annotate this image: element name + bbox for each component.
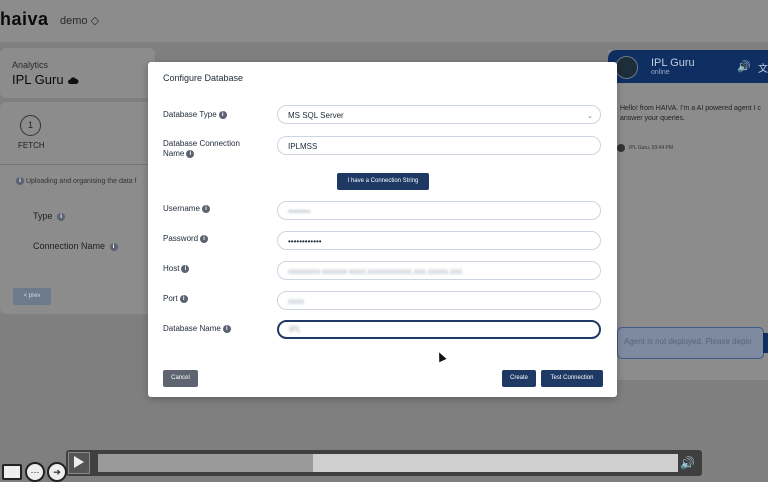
send-button[interactable] [763, 333, 768, 353]
port-label-text: Port [163, 294, 178, 303]
app-logo: haiva [0, 9, 49, 29]
password-label: Password i [163, 234, 209, 244]
username-value: •••••••• [288, 207, 311, 216]
upload-info-text: i Uploading and organising the data f [14, 177, 136, 185]
page-title: IPL Guru [12, 72, 79, 87]
chat-message: Hello! from HAIVA. I'm a AI powered agen… [620, 105, 761, 122]
host-value: xxxxxxxx-xxxxxx-xxxx.xxxxxxxxxxx.xxx.xxx… [288, 267, 463, 276]
connection-string-button[interactable]: I have a Connection String [337, 173, 429, 190]
upload-info-label: Uploading and organising the data f [25, 177, 137, 185]
org-selector[interactable]: demo ◇ [60, 14, 99, 27]
info-icon: i [222, 324, 231, 333]
connection-name-label-line2: Name [163, 149, 185, 158]
type-label: Type i [33, 211, 66, 221]
chat-title: IPL Guru [651, 57, 695, 69]
port-input[interactable]: xxxx [277, 291, 601, 310]
seek-bar-progress [98, 454, 313, 472]
info-icon: i [16, 177, 24, 185]
password-label-text: Password [163, 234, 199, 243]
database-name-value: IPL [289, 325, 302, 334]
create-button[interactable]: Create [502, 370, 536, 387]
play-icon [74, 456, 84, 468]
volume-icon[interactable]: 🔊 [680, 456, 695, 470]
database-name-label-text: Database Name [163, 324, 221, 333]
top-bar [0, 0, 768, 42]
prev-button[interactable]: < prev [13, 288, 51, 305]
chat-message-meta: IPL Guru, 03:44 PM [629, 145, 674, 151]
username-label-text: Username [163, 204, 200, 213]
info-icon: i [218, 110, 227, 119]
connection-name-field-label: Database Connection Name i [163, 139, 240, 159]
camera-icon[interactable] [2, 464, 22, 480]
page-title-text: IPL Guru [12, 72, 64, 87]
more-options-icon[interactable]: ⋯ [25, 462, 45, 482]
database-name-label: Database Name i [163, 324, 231, 334]
translate-icon[interactable]: 文 [758, 60, 768, 75]
test-connection-button[interactable]: Test Connection [541, 370, 603, 387]
modal-title: Configure Database [163, 73, 244, 83]
step-label: FETCH [18, 141, 45, 150]
step-indicator: 1 [20, 115, 41, 136]
chat-input-placeholder: Agent is not deployed. Please deplo [624, 337, 752, 346]
connection-name-label: Connection Name i [33, 241, 118, 251]
info-icon: i [109, 242, 118, 251]
password-input[interactable]: •••••••••••• [277, 231, 601, 250]
connection-name-label-line1: Database Connection [163, 139, 240, 148]
port-label: Port i [163, 294, 188, 304]
divider [0, 164, 155, 165]
info-icon: i [201, 204, 210, 213]
port-value: xxxx [288, 297, 304, 306]
speaker-icon[interactable]: 🔊 [737, 60, 751, 73]
info-icon: i [179, 294, 188, 303]
connection-name-label-text: Connection Name [33, 241, 106, 251]
database-type-label-text: Database Type [163, 110, 217, 119]
agent-avatar-icon [617, 144, 625, 152]
info-icon: i [200, 234, 209, 243]
database-type-select[interactable]: MS SQL Server [277, 105, 601, 124]
type-label-text: Type [33, 211, 53, 221]
breadcrumb-section: Analytics [12, 60, 49, 70]
username-input[interactable]: •••••••• [277, 201, 601, 220]
username-label: Username i [163, 204, 210, 214]
host-input[interactable]: xxxxxxxx-xxxxxx-xxxx.xxxxxxxxxxx.xxx.xxx… [277, 261, 601, 280]
info-icon: i [181, 264, 190, 273]
cloud-icon [68, 77, 79, 85]
database-type-label: Database Type i [163, 110, 227, 120]
next-arrow-icon[interactable]: ➔ [47, 462, 67, 482]
connection-name-input[interactable]: IPLMSS [277, 136, 601, 155]
chevron-down-icon[interactable]: ⌄ [587, 112, 593, 120]
database-name-input[interactable]: IPL [277, 320, 601, 339]
chat-status: online [651, 69, 670, 76]
avatar [615, 56, 638, 79]
cancel-button[interactable]: Cancel [163, 370, 198, 387]
host-label: Host i [163, 264, 190, 274]
host-label-text: Host [163, 264, 180, 273]
info-icon: i [186, 149, 195, 158]
info-icon: i [57, 212, 66, 221]
